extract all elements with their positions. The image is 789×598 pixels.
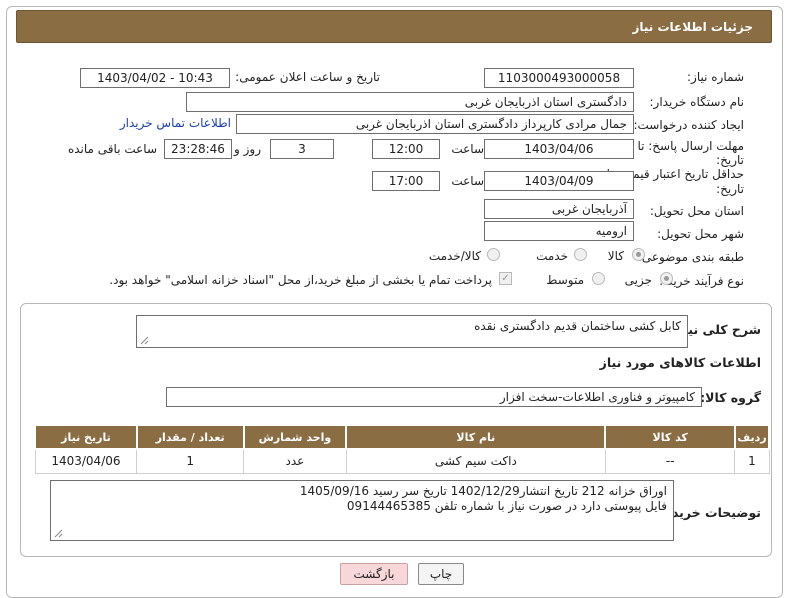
buyer-org-field: دادگستری استان اذربایجان غربی [186, 92, 634, 112]
buyer-notes-line-2: فایل پیوستی دارد در صورت نیاز با شماره ت… [346, 499, 667, 513]
cell-date: 1403/04/06 [34, 448, 138, 474]
announce-field: 1403/04/02 - 10:43 [80, 68, 230, 88]
buyer-org-label: نام دستگاه خریدار: [649, 95, 745, 109]
col-header-name: نام کالا [345, 424, 607, 450]
page-header: جزئیات اطلاعات نیاز [16, 10, 772, 43]
category-radio-goods-service[interactable] [487, 248, 500, 261]
announce-label: تاریخ و ساعت اعلان عمومی: [235, 70, 380, 84]
goods-group-label: گروه کالا: [700, 390, 761, 405]
process-radio-medium[interactable] [592, 272, 605, 285]
category-option-goods: کالا [607, 249, 624, 263]
resize-grip-icon[interactable] [54, 529, 63, 538]
remaining-label: ساعت باقی مانده [67, 142, 157, 156]
table-row: 1403/04/06 1 عدد داکت سیم کشی -- 1 [34, 448, 770, 474]
back-button[interactable]: بازگشت [340, 563, 408, 585]
col-header-row: ردیف [733, 424, 771, 450]
page-title: جزئیات اطلاعات نیاز [632, 20, 753, 34]
buyer-contact-link[interactable]: اطلاعات تماس خریدار [120, 116, 231, 130]
reply-time-field: 12:00 [372, 139, 440, 159]
remaining-time-field: 23:28:46 [164, 139, 232, 159]
print-button[interactable]: چاپ [418, 563, 464, 585]
category-option-service: خدمت [536, 249, 568, 263]
requester-field: جمال مرادی کارپرداز دادگستری استان اذربا… [236, 114, 634, 134]
buyer-notes-textarea[interactable]: اوراق خزانه 212 تاریخ انتشار1402/12/29 ت… [50, 480, 674, 541]
price-validity-time-label: ساعت [451, 174, 484, 188]
price-validity-label-date: تاریخ: [716, 182, 744, 196]
cell-name: داکت سیم کشی [345, 448, 606, 474]
category-option-goods-service: کالا/خدمت [428, 249, 481, 263]
cell-code: -- [604, 448, 736, 474]
reply-days-field: 3 [270, 139, 334, 159]
delivery-city-field: ارومیه [484, 221, 634, 241]
process-option-minor: جزیی [624, 273, 652, 287]
col-header-date: تاریخ نیاز [34, 424, 138, 450]
category-radio-service[interactable] [574, 248, 587, 261]
goods-group-field: کامپیوتر و فناوری اطلاعات-سخت افزار [166, 387, 702, 407]
need-number-field: 1103000493000058 [484, 68, 634, 88]
reply-time-label: ساعت [451, 142, 484, 156]
category-label: طبقه بندی موضوعی: [637, 250, 744, 264]
col-header-unit: واحد شمارش [242, 424, 348, 450]
delivery-province-label: استان محل تحویل: [649, 204, 744, 218]
cell-row: 1 [734, 448, 770, 474]
col-header-code: کد کالا [604, 424, 736, 450]
col-header-qty: تعداد / مقدار [135, 424, 245, 450]
reply-date-field: 1403/04/06 [484, 139, 634, 159]
price-validity-time-field: 17:00 [372, 171, 440, 191]
requester-label: ایجاد کننده درخواست: [633, 118, 744, 132]
goods-info-title: اطلاعات کالاهای مورد نیاز [599, 355, 761, 370]
category-radio-goods[interactable] [632, 248, 645, 261]
treasury-payment-note: پرداخت تمام یا بخشی از مبلغ خرید،از محل … [109, 273, 492, 287]
cell-unit: عدد [243, 448, 347, 474]
cell-qty: 1 [136, 448, 245, 474]
summary-textarea[interactable]: کابل کشی ساختمان قدیم دادگستری نقده [136, 315, 688, 348]
days-label: روز و [234, 142, 261, 156]
process-option-medium: متوسط [546, 273, 584, 287]
need-number-label: شماره نیاز: [687, 70, 744, 84]
reply-deadline-label: مهلت ارسال پاسخ: تا [637, 139, 744, 153]
goods-table: تاریخ نیاز تعداد / مقدار واحد شمارش نام … [34, 424, 771, 474]
delivery-city-label: شهر محل تحویل: [657, 227, 744, 241]
delivery-province-field: آذربایجان غربی [484, 199, 634, 219]
treasury-payment-checkbox[interactable]: ✓ [499, 272, 512, 285]
resize-grip-icon[interactable] [140, 336, 149, 345]
buyer-notes-line-1: اوراق خزانه 212 تاریخ انتشار1402/12/29 ت… [299, 484, 667, 498]
reply-deadline-label-date: تاریخ: [716, 153, 744, 167]
price-validity-date-field: 1403/04/09 [484, 171, 634, 191]
process-radio-minor[interactable] [660, 272, 673, 285]
summary-text: کابل کشی ساختمان قدیم دادگستری نقده [474, 319, 681, 333]
